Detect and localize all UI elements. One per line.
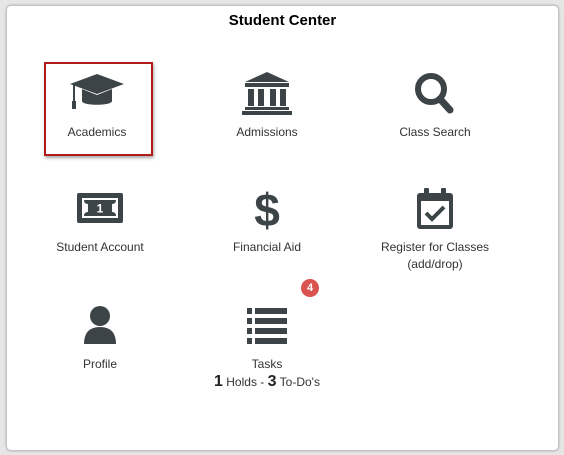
tasks-count-badge: 4 <box>301 279 319 297</box>
tile-student-account[interactable]: 1 Student Account <box>16 186 184 256</box>
tasks-summary: 1 Holds - 3 To-Do's <box>183 373 351 391</box>
summary-separator: - <box>260 375 265 389</box>
tile-financial-aid[interactable]: $ Financial Aid <box>183 186 351 256</box>
tile-label: Profile <box>82 357 117 371</box>
calendar-check-icon <box>417 188 453 229</box>
user-icon <box>84 306 116 344</box>
tile-label: Class Search <box>399 125 471 139</box>
dollar-sign-icon: $ <box>254 186 280 234</box>
institution-building-icon <box>242 72 292 115</box>
tile-register-for-classes[interactable]: Register for Classes (add/drop) <box>351 186 519 273</box>
tile-admissions[interactable]: Admissions <box>183 70 351 141</box>
student-center-panel: Student Center Academics Admissions Clas… <box>6 5 559 451</box>
tile-tasks[interactable]: Tasks 1 Holds - 3 To-Do's <box>183 303 351 391</box>
tile-label-line2: (add/drop) <box>407 257 463 271</box>
tile-label: Student Account <box>56 240 144 254</box>
tile-label: Academics <box>67 125 127 139</box>
list-icon <box>247 308 287 344</box>
svg-text:$: $ <box>254 186 280 234</box>
graduation-cap-icon <box>70 74 124 109</box>
holds-count: 1 <box>214 373 223 390</box>
magnifier-icon <box>415 73 454 114</box>
tile-label: Tasks <box>251 357 283 371</box>
holds-label: Holds <box>226 375 257 389</box>
tile-label: Financial Aid <box>232 240 302 254</box>
tile-profile[interactable]: Profile <box>16 303 184 373</box>
todos-label: To-Do's <box>279 375 320 389</box>
tile-label-line1: Register for Classes <box>380 240 490 254</box>
tile-label: Admissions <box>236 125 298 139</box>
svg-text:1: 1 <box>97 202 104 216</box>
page-title: Student Center <box>228 12 337 29</box>
money-bill-icon: 1 <box>77 193 123 223</box>
tile-class-search[interactable]: Class Search <box>351 70 519 141</box>
todos-count: 3 <box>267 373 277 390</box>
tile-academics[interactable]: Academics <box>13 70 181 141</box>
